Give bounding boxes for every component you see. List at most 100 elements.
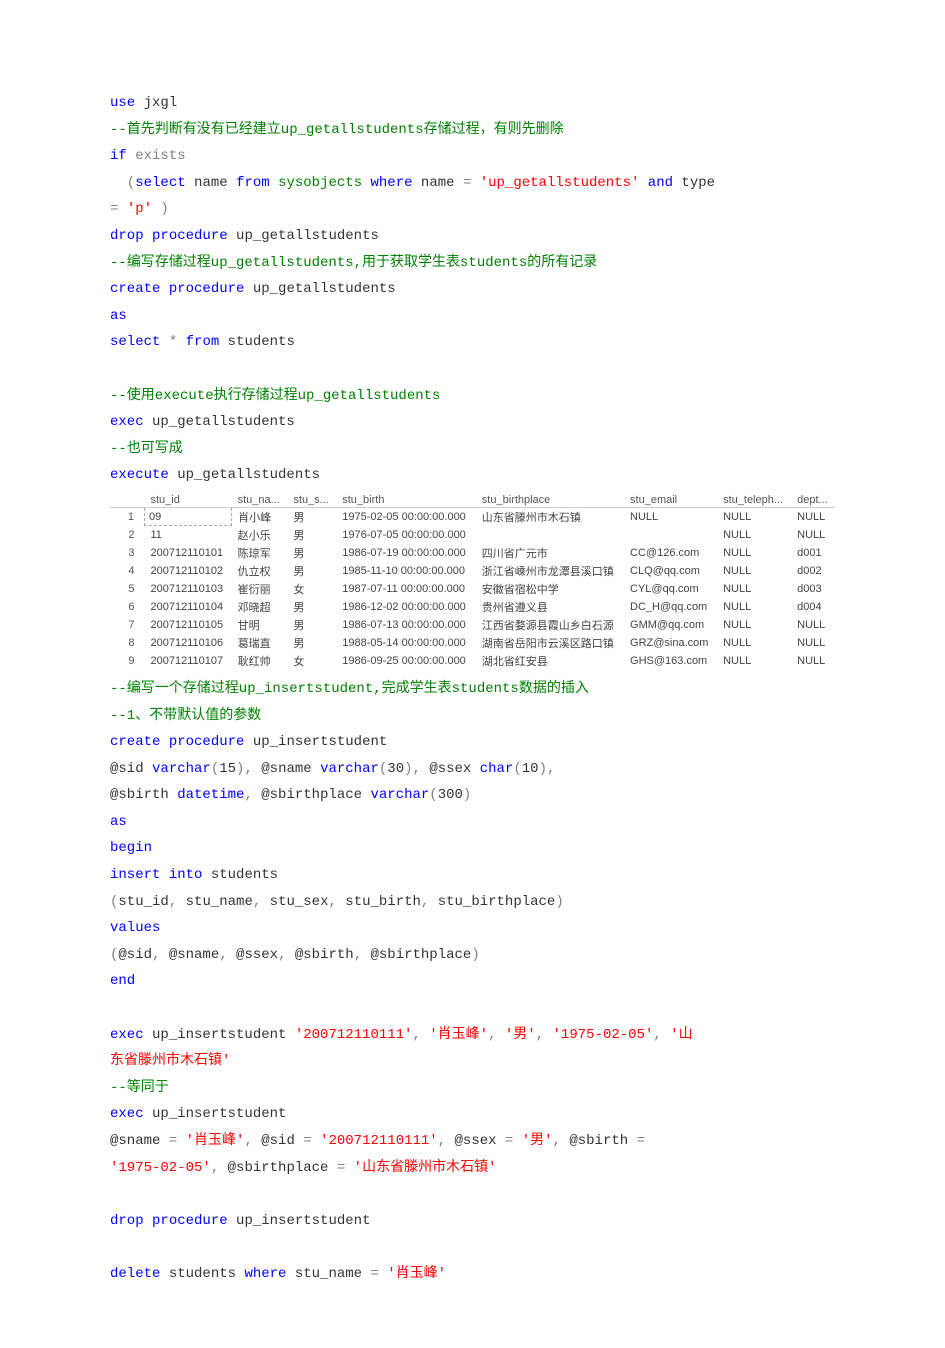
code-token: , <box>653 1027 661 1043</box>
code-token: drop <box>110 228 144 244</box>
code-token: up_insertstudent <box>228 1213 371 1229</box>
table-cell: 赵小乐 <box>232 526 288 544</box>
table-cell: NULL <box>717 507 791 526</box>
code-token: '男' <box>505 1027 536 1043</box>
code-line: --使用execute执行存储过程up_getallstudents <box>110 383 835 410</box>
table-cell: DC_H@qq.com <box>624 598 717 616</box>
code-token: --编写一个存储过程up_insertstudent,完成学生表students… <box>110 681 589 697</box>
code-token: , <box>354 947 362 963</box>
table-cell: CYL@qq.com <box>624 580 717 598</box>
table-cell: NULL <box>717 526 791 544</box>
code-token <box>312 1133 320 1149</box>
table-header-cell: dept... <box>791 493 835 508</box>
table-cell: 男 <box>287 598 336 616</box>
code-token: varchar <box>320 761 379 777</box>
code-token: up_getallstudents <box>244 281 395 297</box>
code-token: if <box>110 148 127 164</box>
code-token: @sbirthplace <box>253 787 371 803</box>
table-cell <box>476 526 624 544</box>
table-cell: NULL <box>791 634 835 652</box>
table-row: 6200712110104邓晓超男1986-12-02 00:00:00.000… <box>110 598 835 616</box>
table-cell: 江西省婺源县霞山乡白石源 <box>476 616 624 634</box>
code-token <box>177 334 185 350</box>
code-token: stu_name <box>286 1266 370 1282</box>
code-line: @sbirth datetime, @sbirthplace varchar(3… <box>110 782 835 809</box>
code-token: , <box>553 1133 561 1149</box>
code-token <box>645 1133 653 1149</box>
code-token: , <box>438 1133 446 1149</box>
code-line: select * from students <box>110 329 835 356</box>
table-cell: 1986-12-02 00:00:00.000 <box>336 598 476 616</box>
code-token: , <box>169 894 177 910</box>
code-token: and <box>648 175 673 191</box>
table-cell: 崔衍丽 <box>232 580 288 598</box>
code-token: 30 <box>387 761 404 777</box>
code-token <box>144 1213 152 1229</box>
code-token: @sid <box>253 1133 303 1149</box>
code-token <box>110 1000 118 1016</box>
code-token: exists <box>135 148 185 164</box>
table-header-cell: stu_teleph... <box>717 493 791 508</box>
table-cell: 陈琼军 <box>232 544 288 562</box>
document-page: use jxgl --首先判断有没有已经建立up_getallstudents存储… <box>0 0 945 1348</box>
code-token: create <box>110 281 160 297</box>
code-line: insert into students <box>110 862 835 889</box>
code-line: end <box>110 968 835 995</box>
code-line: create procedure up_insertstudent <box>110 729 835 756</box>
code-token <box>160 734 168 750</box>
table-row: 4200712110102仇立权男1985-11-10 00:00:00.000… <box>110 562 835 580</box>
code-token: , <box>488 1027 496 1043</box>
table-cell: 200712110101 <box>145 544 232 562</box>
table-cell: 1986-07-19 00:00:00.000 <box>336 544 476 562</box>
code-token: * <box>169 334 177 350</box>
code-token: @sid <box>110 761 152 777</box>
code-token: datetime <box>177 787 244 803</box>
code-token: up_getallstudents <box>169 467 320 483</box>
table-cell: 11 <box>145 526 232 544</box>
code-token: ) <box>463 787 471 803</box>
code-token <box>160 334 168 350</box>
code-token: where <box>244 1266 286 1282</box>
code-token: exec <box>110 1027 144 1043</box>
code-token: , <box>211 1160 219 1176</box>
table-header-cell: stu_s... <box>287 493 336 508</box>
code-token: procedure <box>152 1213 228 1229</box>
code-token: --首先判断有没有已经建立up_getallstudents存储过程，有则先删除 <box>110 122 564 138</box>
code-token: ) <box>555 894 563 910</box>
table-header-cell: stu_id <box>145 493 232 508</box>
code-line: values <box>110 915 835 942</box>
table-header-row: stu_idstu_na...stu_s...stu_birthstu_birt… <box>110 493 835 508</box>
code-token: from <box>186 334 220 350</box>
code-token: @sid <box>118 947 152 963</box>
table-cell: 男 <box>287 507 336 526</box>
code-line: use jxgl <box>110 90 835 117</box>
table-cell: 1 <box>110 507 145 526</box>
table-cell: NULL <box>791 526 835 544</box>
code-token: '男' <box>522 1133 553 1149</box>
table-cell: 浙江省嵊州市龙潭县溪口镇 <box>476 562 624 580</box>
code-line: --编写存储过程up_getallstudents,用于获取学生表student… <box>110 250 835 277</box>
code-block-after-table: --编写一个存储过程up_insertstudent,完成学生表students… <box>110 676 835 1288</box>
code-token: stu_name <box>177 894 253 910</box>
code-token: ) <box>152 201 169 217</box>
code-token: type <box>673 175 723 191</box>
code-token: ) <box>471 947 479 963</box>
code-token: drop <box>110 1213 144 1229</box>
code-token <box>639 175 647 191</box>
table-cell: 男 <box>287 526 336 544</box>
table-cell: 男 <box>287 562 336 580</box>
table-row: 8200712110106葛瑞直男1988-05-14 00:00:00.000… <box>110 634 835 652</box>
table-cell: GRZ@sina.com <box>624 634 717 652</box>
code-token: from <box>236 175 270 191</box>
table-cell: GHS@163.com <box>624 652 717 670</box>
code-token <box>110 1186 118 1202</box>
code-token: students <box>219 334 295 350</box>
code-token: stu_birth <box>337 894 421 910</box>
table-cell: 安徽省宿松中学 <box>476 580 624 598</box>
code-token: execute <box>110 467 169 483</box>
table-row: 9200712110107耿红帅女1986-09-25 00:00:00.000… <box>110 652 835 670</box>
table-cell: 四川省广元市 <box>476 544 624 562</box>
table-body: 109肖小峰男1975-02-05 00:00:00.000山东省滕州市木石镇N… <box>110 507 835 670</box>
code-line <box>110 1234 835 1261</box>
code-line <box>110 995 835 1022</box>
